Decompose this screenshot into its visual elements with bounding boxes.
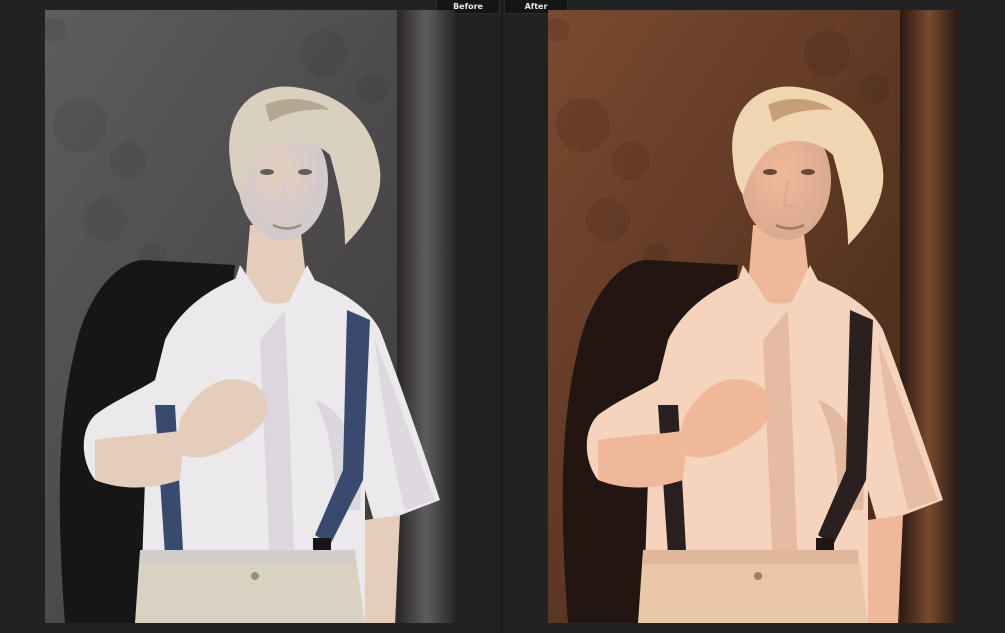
after-image-panel	[548, 10, 958, 623]
background-column	[397, 10, 455, 623]
wall-texture	[612, 142, 650, 180]
right-eye	[801, 169, 815, 175]
right-arm	[868, 515, 903, 623]
wall-texture	[804, 30, 850, 76]
forearm	[598, 430, 688, 488]
forearm	[95, 430, 185, 488]
pants-button	[754, 572, 762, 580]
pants-button	[251, 572, 259, 580]
waistband	[643, 550, 858, 564]
wall-texture	[357, 74, 387, 104]
waistband	[140, 550, 355, 564]
right-suspender-clip	[313, 538, 331, 552]
left-eye	[763, 169, 777, 175]
right-suspender-clip	[816, 538, 834, 552]
wall-texture	[109, 142, 147, 180]
right-arm	[365, 515, 400, 623]
wall-texture	[83, 198, 127, 242]
before-after-viewer: Before After	[0, 0, 1005, 633]
wall-texture	[53, 98, 107, 152]
left-eye	[260, 169, 274, 175]
wall-texture	[586, 198, 630, 242]
background-column	[900, 10, 958, 623]
wall-texture	[860, 74, 890, 104]
wall-texture	[556, 98, 610, 152]
after-photo	[548, 10, 958, 623]
split-divider[interactable]	[501, 0, 503, 633]
wall-texture	[301, 30, 347, 76]
before-image-panel	[45, 10, 455, 623]
before-photo	[45, 10, 455, 623]
right-eye	[298, 169, 312, 175]
